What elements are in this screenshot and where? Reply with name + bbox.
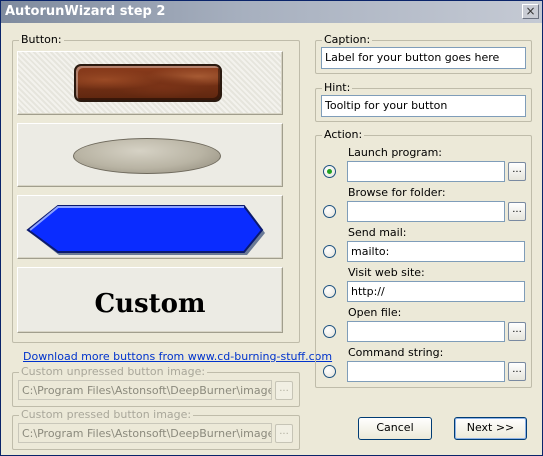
launch-program-input[interactable] xyxy=(347,161,505,182)
unpressed-image-legend: Custom unpressed button image: xyxy=(19,365,208,379)
command-string-label: Command string: xyxy=(348,346,444,359)
open-file-label: Open file: xyxy=(348,306,402,319)
command-string-browse-button[interactable]: ... xyxy=(508,362,526,381)
visit-web-site-input[interactable]: http:// xyxy=(347,281,525,302)
command-string-radio[interactable] xyxy=(323,365,336,378)
send-mail-input[interactable]: mailto: xyxy=(347,241,525,262)
launch-program-label: Launch program: xyxy=(348,146,442,159)
button-group-legend: Button: xyxy=(19,33,64,47)
button-style-stone[interactable] xyxy=(17,123,283,187)
browse-folder-radio[interactable] xyxy=(323,205,336,218)
hint-input[interactable]: Tooltip for your button xyxy=(321,95,526,117)
hexagon-button-preview xyxy=(26,205,265,255)
title-bar: AutorunWizard step 2 × xyxy=(1,1,542,23)
next-button[interactable]: Next >> xyxy=(454,417,527,440)
download-buttons-link[interactable]: Download more buttons from www.cd-burnin… xyxy=(23,350,332,363)
browse-folder-input[interactable] xyxy=(347,201,505,222)
browse-folder-label: Browse for folder: xyxy=(348,186,446,199)
hint-legend: Hint: xyxy=(322,81,353,95)
wizard-window: AutorunWizard step 2 × Button: Custom Do… xyxy=(0,0,543,456)
launch-program-radio[interactable] xyxy=(323,165,336,178)
caption-input[interactable]: Label for your button goes here xyxy=(321,47,526,69)
custom-button-label: Custom xyxy=(94,289,206,319)
visit-web-site-label: Visit web site: xyxy=(348,266,425,279)
window-title: AutorunWizard step 2 xyxy=(5,4,166,19)
unpressed-image-field[interactable]: C:\Program Files\Astonsoft\DeepBurner\im… xyxy=(18,380,272,400)
send-mail-label: Send mail: xyxy=(348,226,407,239)
launch-program-browse-button[interactable]: ... xyxy=(508,162,526,181)
command-string-input[interactable] xyxy=(347,361,505,382)
close-button[interactable]: × xyxy=(522,4,539,19)
radio-selected-dot xyxy=(327,169,332,174)
button-style-brick[interactable] xyxy=(17,51,283,115)
button-style-hexagon[interactable] xyxy=(17,195,283,259)
unpressed-image-browse-button[interactable]: ... xyxy=(275,381,293,400)
pressed-image-field[interactable]: C:\Program Files\Astonsoft\DeepBurner\im… xyxy=(18,423,272,443)
open-file-radio[interactable] xyxy=(323,325,336,338)
visit-web-site-radio[interactable] xyxy=(323,285,336,298)
pressed-image-legend: Custom pressed button image: xyxy=(19,408,194,422)
stone-button-preview xyxy=(73,138,221,174)
pressed-image-browse-button[interactable]: ... xyxy=(275,424,293,443)
action-legend: Action: xyxy=(322,128,365,142)
open-file-input[interactable] xyxy=(347,321,505,342)
button-style-custom[interactable]: Custom xyxy=(17,267,283,333)
browse-folder-browse-button[interactable]: ... xyxy=(508,202,526,221)
caption-legend: Caption: xyxy=(322,33,373,47)
brick-button-preview xyxy=(74,64,222,102)
open-file-browse-button[interactable]: ... xyxy=(508,322,526,341)
send-mail-radio[interactable] xyxy=(323,245,336,258)
cancel-button[interactable]: Cancel xyxy=(358,417,432,440)
